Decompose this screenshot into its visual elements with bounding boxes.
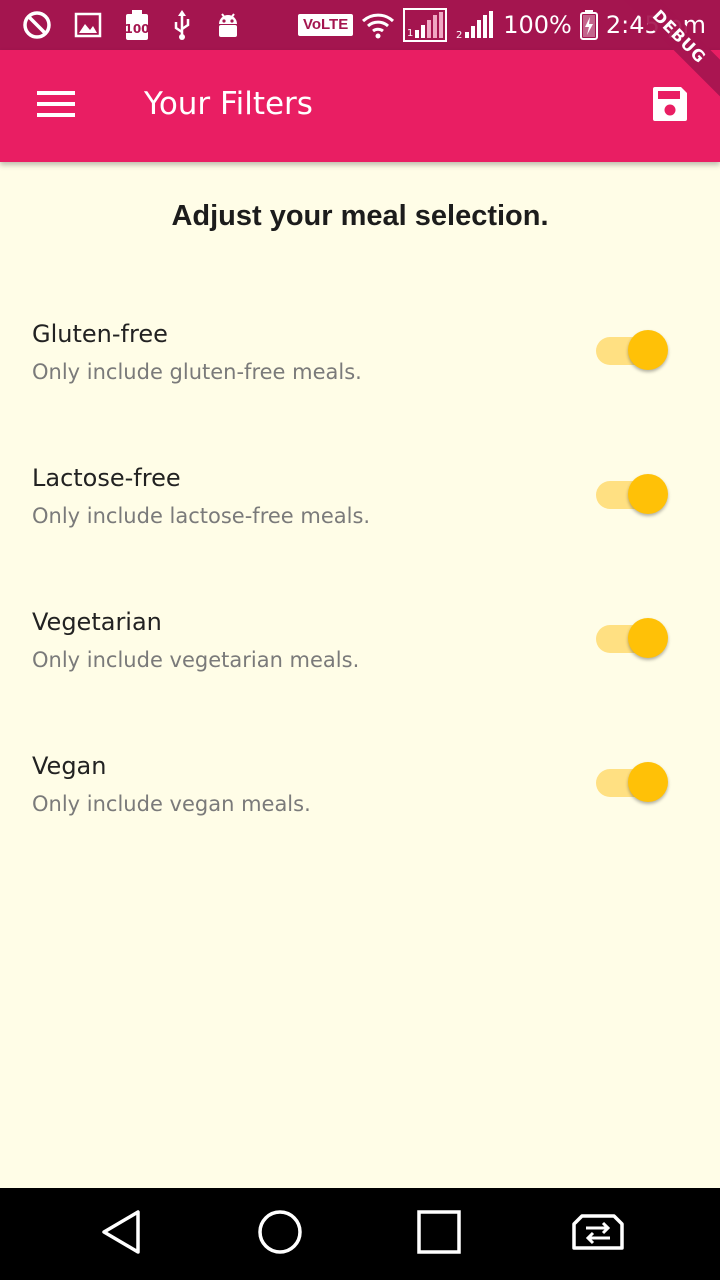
filter-title: Vegan xyxy=(32,752,107,780)
switch-sim-button[interactable] xyxy=(570,1208,626,1260)
filter-gluten-free[interactable]: Gluten-free Only include gluten-free mea… xyxy=(0,320,720,450)
lactose-free-switch[interactable] xyxy=(596,472,670,516)
gluten-free-switch[interactable] xyxy=(596,328,670,372)
filter-vegan[interactable]: Vegan Only include vegan meals. xyxy=(0,752,720,882)
usb-icon xyxy=(172,10,192,40)
recents-button[interactable] xyxy=(411,1208,467,1260)
filter-subtitle: Only include vegan meals. xyxy=(32,792,311,816)
hamburger-menu-icon xyxy=(37,90,75,122)
battery-charging-icon xyxy=(579,10,598,40)
battery-percent: 100% xyxy=(503,11,572,39)
switch-thumb xyxy=(628,762,668,802)
status-bar: 100 VoLTE 1 2 100% 2:45 pm xyxy=(0,0,720,50)
app-bar: Your Filters xyxy=(0,50,720,162)
battery-100-icon: 100 xyxy=(124,9,150,41)
filter-subtitle: Only include lactose-free meals. xyxy=(32,504,371,528)
save-icon xyxy=(651,85,689,128)
do-not-disturb-icon xyxy=(22,10,52,40)
svg-text:2: 2 xyxy=(456,30,462,40)
filter-subtitle: Only include gluten-free meals. xyxy=(32,360,362,384)
filter-title: Lactose-free xyxy=(32,464,181,492)
switch-thumb xyxy=(628,330,668,370)
filters-heading: Adjust your meal selection. xyxy=(171,200,549,232)
status-time: 2:45 pm xyxy=(605,11,706,39)
image-icon xyxy=(74,11,102,39)
home-button[interactable] xyxy=(252,1208,308,1260)
back-icon xyxy=(100,1209,142,1260)
svg-text:100: 100 xyxy=(124,22,149,36)
save-button[interactable] xyxy=(642,82,698,130)
page-title: Your Filters xyxy=(144,86,313,122)
switch-thumb xyxy=(628,474,668,514)
sim2-signal-icon: 2 xyxy=(455,10,495,40)
home-icon xyxy=(257,1209,303,1260)
volte-icon: VoLTE xyxy=(297,14,354,36)
filter-subtitle: Only include vegetarian meals. xyxy=(32,648,360,672)
vegetarian-switch[interactable] xyxy=(596,616,670,660)
filter-title: Vegetarian xyxy=(32,608,162,636)
menu-button[interactable] xyxy=(28,82,84,130)
sim1-signal-icon: 1 xyxy=(403,8,448,42)
filter-vegetarian[interactable]: Vegetarian Only include vegetarian meals… xyxy=(0,608,720,738)
svg-text:1: 1 xyxy=(407,28,413,39)
recents-icon xyxy=(416,1209,462,1260)
switch-sim-icon xyxy=(570,1212,626,1257)
filter-lactose-free[interactable]: Lactose-free Only include lactose-free m… xyxy=(0,464,720,594)
android-debug-icon xyxy=(214,11,242,39)
navigation-bar xyxy=(0,1188,720,1280)
filter-title: Gluten-free xyxy=(32,320,168,348)
back-button[interactable] xyxy=(93,1208,149,1260)
vegan-switch[interactable] xyxy=(596,760,670,804)
wifi-icon xyxy=(361,11,395,39)
switch-thumb xyxy=(628,618,668,658)
